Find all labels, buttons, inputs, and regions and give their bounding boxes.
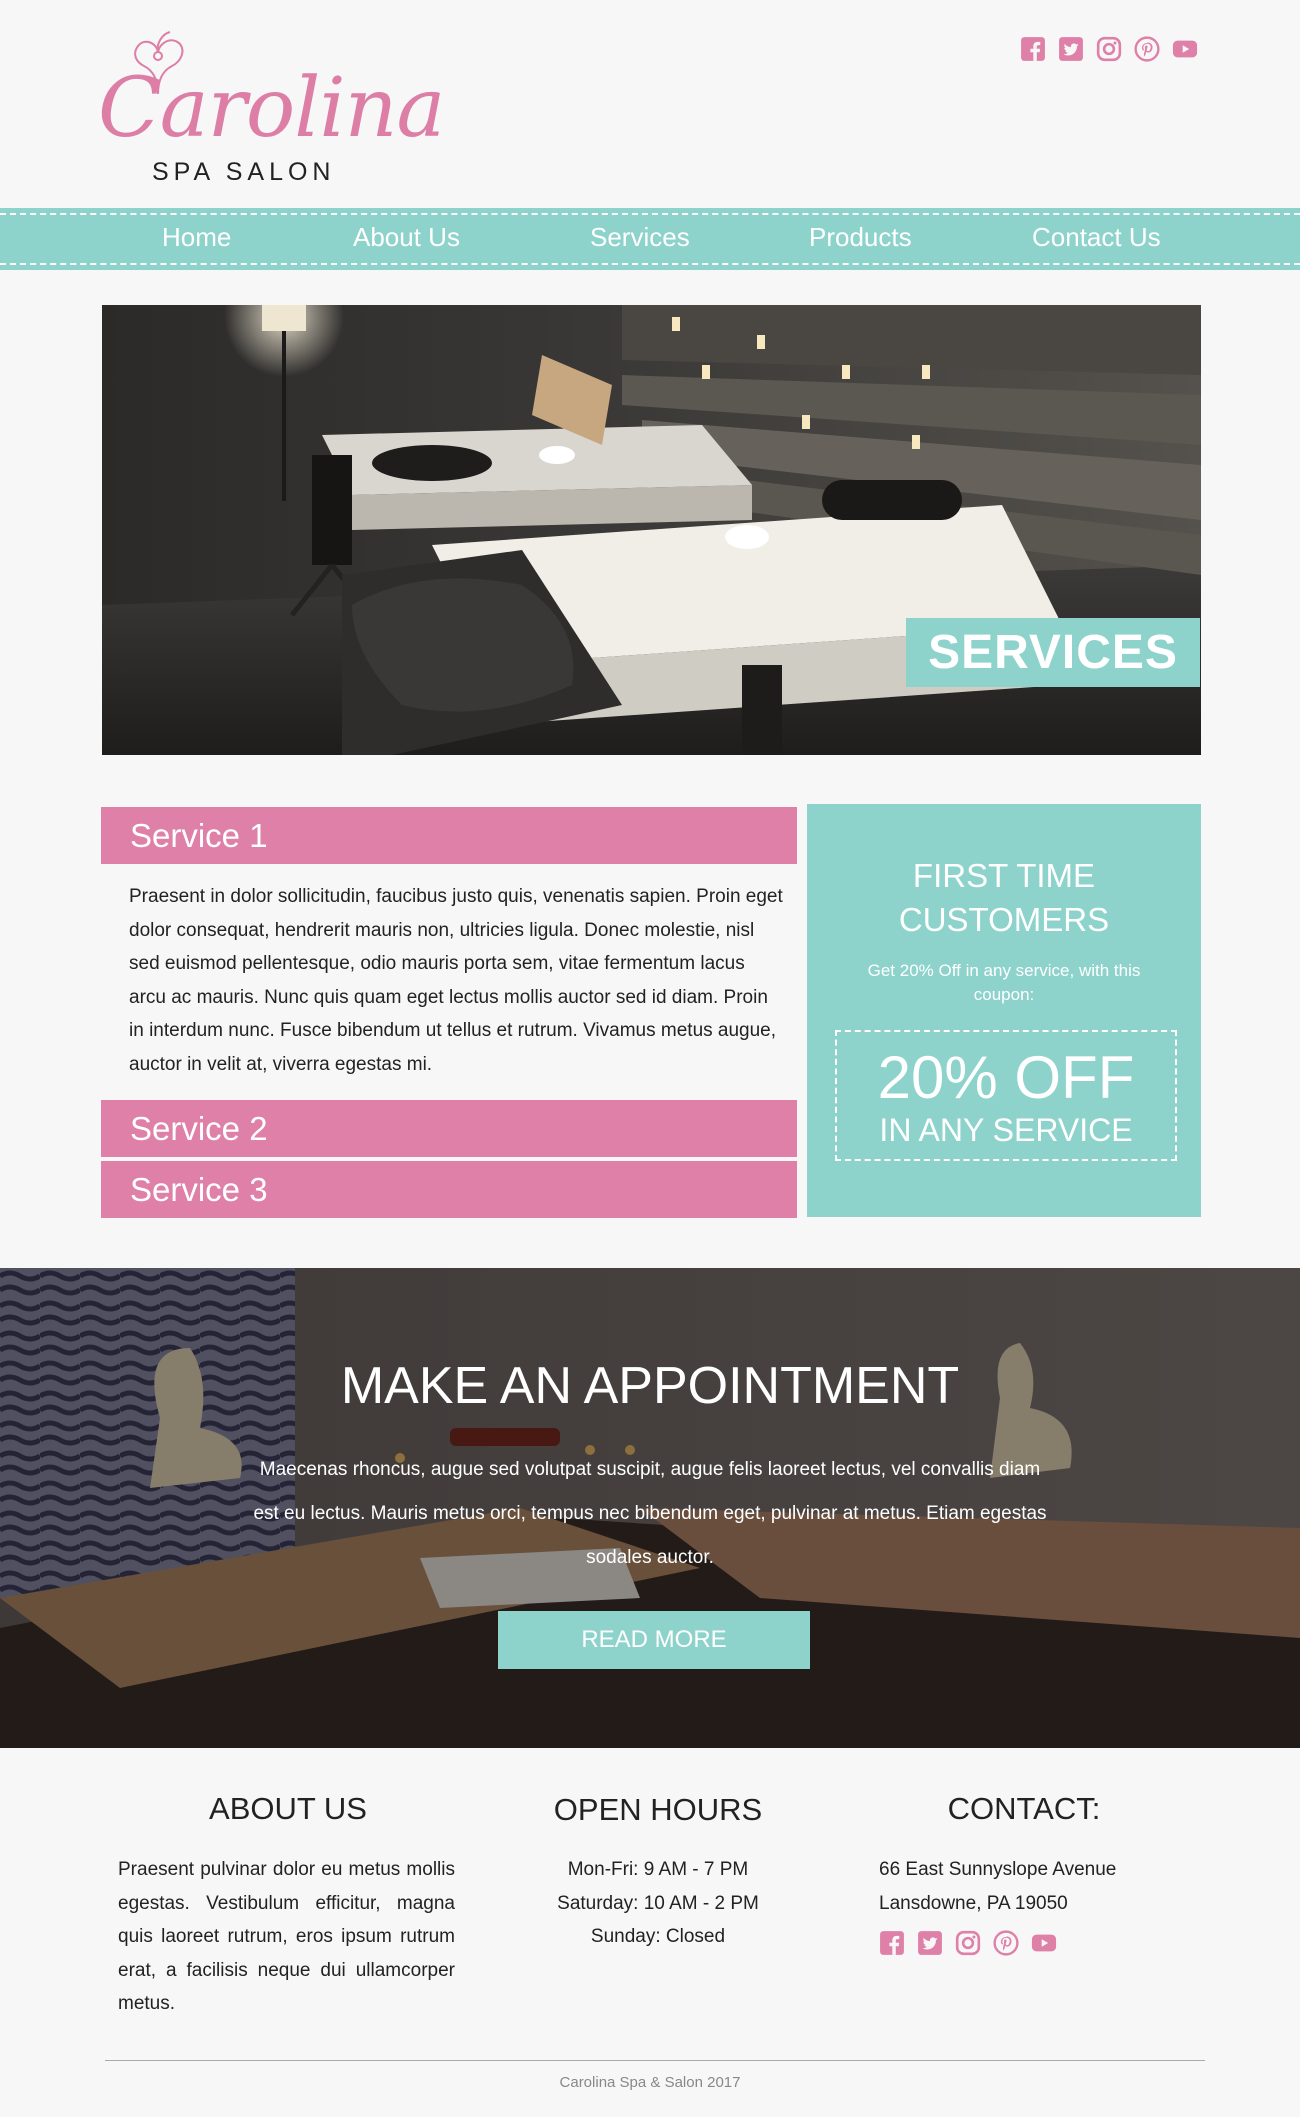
coupon-card: FIRST TIME CUSTOMERS Get 20% Off in any … — [807, 804, 1201, 1217]
pinterest-icon[interactable] — [993, 1930, 1019, 1956]
contact-address-line-1: 66 East Sunnyslope Avenue — [879, 1859, 1117, 1880]
contact-title: CONTACT: — [947, 1791, 1101, 1826]
open-hours-list: Mon-Fri: 9 AM - 7 PM Saturday: 10 AM - 2… — [508, 1853, 808, 1954]
spa-room-image — [102, 305, 1201, 755]
nav-item-home[interactable]: Home — [162, 222, 231, 253]
open-hours-saturday: Saturday: 10 AM - 2 PM — [557, 1892, 759, 1914]
coupon-title-line-1: FIRST TIME — [912, 857, 1096, 894]
appointment-description: Maecenas rhoncus, augue sed volutpat sus… — [253, 1459, 1047, 1568]
appointment-title: MAKE AN APPOINTMENT — [340, 1357, 960, 1415]
coupon-scope: IN ANY SERVICE — [879, 1112, 1133, 1148]
coupon-title-line-2: CUSTOMERS — [898, 901, 1110, 938]
appointment-section: MAKE AN APPOINTMENT Maecenas rhoncus, au… — [0, 1268, 1300, 1748]
logo-subtitle: SPA SALON — [152, 158, 336, 186]
instagram-icon[interactable] — [1096, 36, 1122, 62]
contact-address-line-2: Lansdowne, PA 19050 — [879, 1892, 1068, 1914]
copyright-text: Carolina Spa & Salon 2017 — [559, 2074, 741, 2091]
about-us-text: Praesent pulvinar dolor eu metus mollis … — [118, 1859, 455, 2014]
open-hours-title: OPEN HOURS — [553, 1792, 763, 1827]
twitter-icon[interactable] — [1058, 36, 1084, 62]
service-1-description: Praesent in dolor sollicitudin, faucibus… — [129, 886, 783, 1075]
coupon-discount: 20% OFF — [877, 1044, 1135, 1111]
service-1-header[interactable]: Service 1 — [101, 807, 797, 864]
coupon-title: FIRST TIME CUSTOMERS — [807, 854, 1201, 942]
nav-item-services[interactable]: Services — [590, 222, 690, 253]
contact-address: 66 East Sunnyslope Avenue Lansdowne, PA … — [879, 1853, 1199, 1920]
social-links-header — [1020, 36, 1198, 62]
youtube-icon[interactable] — [1031, 1930, 1057, 1956]
nav-item-about-us[interactable]: About Us — [353, 222, 460, 253]
open-hours-sunday: Sunday: Closed — [590, 1926, 726, 1947]
hero-banner: SERVICES — [102, 305, 1201, 755]
about-us-title: ABOUT US — [209, 1791, 367, 1826]
logo-script: Carolina — [98, 61, 445, 156]
service-2-header[interactable]: Service 2 — [101, 1100, 797, 1157]
nav-item-products[interactable]: Products — [809, 222, 912, 253]
open-hours-weekday: Mon-Fri: 9 AM - 7 PM — [567, 1859, 749, 1880]
site-header: Carolina SPA SALON — [0, 0, 1300, 208]
pinterest-icon[interactable] — [1134, 36, 1160, 62]
footer-divider — [105, 2060, 1205, 2061]
facebook-icon[interactable] — [1020, 36, 1046, 62]
social-links-footer — [879, 1930, 1057, 1956]
hero-title: SERVICES — [906, 618, 1200, 687]
logo[interactable]: Carolina SPA SALON — [98, 28, 445, 188]
twitter-icon[interactable] — [917, 1930, 943, 1956]
coupon-description: Get 20% Off in any service, with this co… — [867, 961, 1141, 1004]
main-nav: Home About Us Services Products Contact … — [0, 208, 1300, 270]
youtube-icon[interactable] — [1172, 36, 1198, 62]
service-3-header[interactable]: Service 3 — [101, 1161, 797, 1218]
coupon-box[interactable]: 20% OFF IN ANY SERVICE — [835, 1030, 1177, 1161]
facebook-icon[interactable] — [879, 1930, 905, 1956]
read-more-button[interactable]: READ MORE — [498, 1611, 810, 1669]
instagram-icon[interactable] — [955, 1930, 981, 1956]
nav-item-contact-us[interactable]: Contact Us — [1032, 222, 1161, 253]
